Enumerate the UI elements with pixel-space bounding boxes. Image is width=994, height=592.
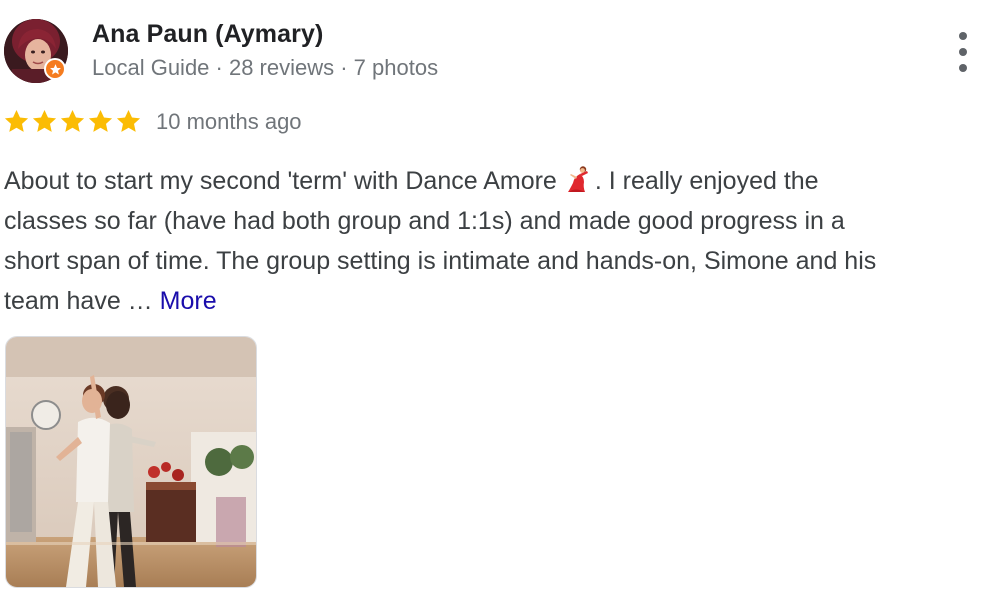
star-icon (4, 110, 29, 132)
review-text-line: About to start my second 'term' with Dan… (4, 166, 819, 195)
star-icon (88, 110, 113, 132)
star-icon (116, 110, 141, 132)
review-text-line: short span of time. The group setting is… (4, 247, 877, 275)
review-photo-dancing-couple-icon (6, 337, 256, 587)
review-time: 10 months ago (156, 109, 302, 134)
more-vertical-icon (959, 32, 967, 40)
star-icon (32, 110, 57, 132)
local-guide-star-icon (49, 63, 61, 74)
star-rating (3, 108, 142, 136)
local-guide-badge (44, 58, 66, 80)
review-photo[interactable] (5, 336, 257, 588)
author-meta: Local Guide · 28 reviews · 7 photos (92, 55, 439, 80)
review-text-line: classes so far (have had both group and … (4, 207, 845, 235)
review-text: About to start my second 'term' with Dan… (4, 161, 989, 321)
review-text-line: team have … More (4, 287, 217, 315)
woman-dancing-emoji-icon (567, 166, 588, 192)
review-card: Ana Paun (Aymary) Local Guide · 28 revie… (0, 0, 994, 592)
more-options-button[interactable] (950, 32, 976, 72)
author-name[interactable]: Ana Paun (Aymary) (92, 20, 323, 49)
star-icon (60, 110, 85, 132)
more-link[interactable]: More (160, 287, 217, 315)
